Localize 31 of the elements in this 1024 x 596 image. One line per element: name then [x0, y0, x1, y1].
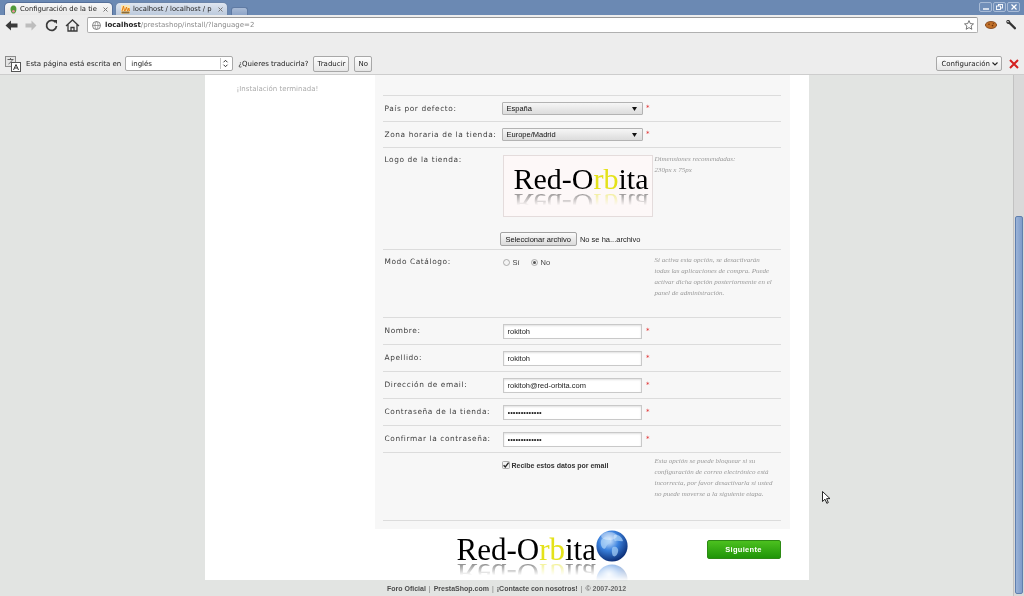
caret-down-icon: [632, 106, 637, 111]
globe-icon[interactable]: [92, 20, 101, 30]
close-icon[interactable]: [1009, 58, 1019, 69]
star-icon[interactable]: [964, 20, 974, 30]
updown-chevron-icon: [220, 58, 230, 69]
reload-icon[interactable]: [45, 18, 58, 32]
wrench-icon[interactable]: [1005, 19, 1017, 31]
chevron-down-icon: [992, 61, 998, 66]
caret-down-icon: [632, 132, 637, 137]
close-icon: [1010, 4, 1017, 10]
scrollbar-track[interactable]: [1013, 75, 1024, 596]
cookie-icon[interactable]: [985, 21, 997, 29]
site-icon: [120, 4, 130, 14]
logo-text: Red-Orbita: [513, 164, 649, 197]
translate-icon: [5, 55, 21, 72]
close-icon[interactable]: [217, 6, 223, 12]
close-icon[interactable]: [102, 6, 108, 12]
logo-text: Red-Orbita: [456, 537, 596, 569]
site-icon: [10, 4, 17, 14]
maximize-button[interactable]: [993, 2, 1006, 12]
radio-button[interactable]: [530, 258, 538, 266]
radio-button[interactable]: [502, 258, 510, 266]
new-tab-button[interactable]: [230, 7, 248, 15]
home-icon[interactable]: [65, 18, 80, 32]
close-button[interactable]: [1007, 2, 1020, 12]
restore-icon: [996, 4, 1003, 10]
back-icon[interactable]: [5, 19, 18, 31]
minimize-button[interactable]: [979, 2, 992, 12]
scrollbar-thumb[interactable]: [1015, 216, 1023, 594]
mouse-pointer-icon: [822, 491, 831, 504]
checkbox[interactable]: [501, 461, 510, 469]
